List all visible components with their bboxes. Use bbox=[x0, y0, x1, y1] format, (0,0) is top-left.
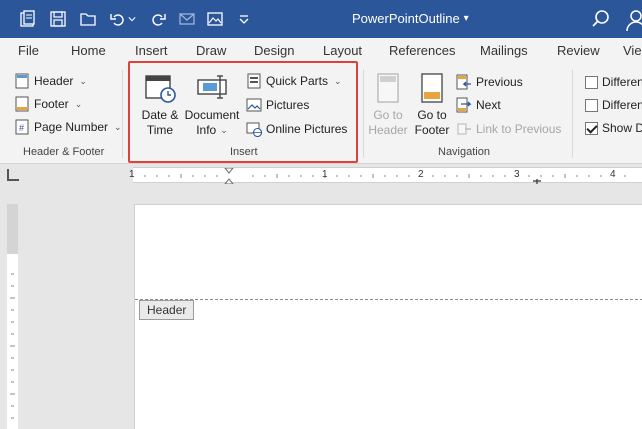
group-label-navigation: Navigation bbox=[438, 146, 490, 158]
group-separator bbox=[363, 70, 364, 158]
footer-button[interactable]: Footer ⌄ bbox=[14, 94, 82, 114]
tab-review[interactable]: Review bbox=[557, 43, 600, 58]
go-to-footer-button[interactable]: Go to Footer bbox=[412, 72, 452, 138]
next-button[interactable]: Next bbox=[456, 95, 501, 115]
tab-home[interactable]: Home bbox=[71, 43, 106, 58]
tab-insert[interactable]: Insert bbox=[135, 43, 168, 58]
svg-text:#: # bbox=[19, 123, 24, 133]
chevron-down-icon: ⌄ bbox=[74, 98, 83, 109]
insert-group-highlight bbox=[128, 61, 358, 163]
tab-references[interactable]: References bbox=[389, 43, 455, 58]
chevron-down-icon: ▾ bbox=[463, 13, 469, 24]
previous-label: Previous bbox=[476, 75, 523, 89]
different-odd-even-checkbox[interactable]: Differen bbox=[585, 95, 642, 115]
show-document-text-label: Show D bbox=[602, 121, 642, 135]
go-to-footer-label-line2: Footer bbox=[414, 123, 450, 137]
go-to-header-button[interactable]: Go to Header bbox=[368, 72, 408, 138]
header-region-tag: Header bbox=[139, 300, 195, 320]
footer-label: Footer bbox=[34, 97, 69, 111]
ruler-label: 1 bbox=[322, 169, 328, 180]
ruler-label: 4 bbox=[610, 169, 616, 180]
checkbox-icon bbox=[585, 98, 598, 112]
header-button[interactable]: Header ⌄ bbox=[14, 71, 87, 91]
link-icon bbox=[456, 121, 472, 137]
header-boundary-line bbox=[135, 299, 642, 300]
checkbox-checked-icon bbox=[585, 121, 598, 135]
save-icon[interactable] bbox=[46, 7, 70, 31]
different-odd-even-label: Differen bbox=[602, 98, 642, 112]
email-icon[interactable] bbox=[175, 7, 199, 31]
go-to-header-label-line2: Header bbox=[368, 123, 408, 137]
checkbox-icon bbox=[585, 75, 598, 89]
group-separator bbox=[572, 70, 573, 158]
different-first-page-checkbox[interactable]: Differen bbox=[585, 72, 642, 92]
group-label-header-footer: Header & Footer bbox=[23, 146, 105, 158]
go-to-header-label-line1: Go to bbox=[373, 108, 403, 122]
horizontal-ruler[interactable]: 1 1 2 3 4 bbox=[129, 167, 642, 185]
ruler-label: 2 bbox=[418, 169, 424, 180]
go-to-footer-label-line1: Go to bbox=[417, 108, 447, 122]
header-icon bbox=[14, 73, 30, 89]
tab-file[interactable]: File bbox=[18, 43, 39, 58]
show-document-text-checkbox[interactable]: Show D bbox=[585, 118, 642, 138]
different-first-page-label: Differen bbox=[602, 75, 642, 89]
go-to-header-icon bbox=[377, 73, 399, 103]
header-label: Header bbox=[34, 74, 74, 88]
vertical-ruler[interactable] bbox=[7, 204, 18, 429]
document-page[interactable]: Header bbox=[134, 204, 642, 429]
tab-design[interactable]: Design bbox=[254, 43, 294, 58]
account-icon[interactable] bbox=[624, 5, 642, 33]
previous-button[interactable]: Previous bbox=[456, 72, 523, 92]
tab-layout[interactable]: Layout bbox=[323, 43, 362, 58]
ruler-row: 1 1 2 3 4 bbox=[0, 164, 642, 186]
picture-tools-icon[interactable] bbox=[203, 7, 227, 31]
page-number-button[interactable]: # Page Number ⌄ bbox=[14, 117, 122, 137]
chevron-down-icon: ⌄ bbox=[114, 121, 122, 132]
ruler-label: 1 bbox=[129, 169, 135, 180]
next-label: Next bbox=[476, 98, 501, 112]
search-icon[interactable] bbox=[590, 8, 612, 30]
open-folder-icon[interactable] bbox=[76, 7, 100, 31]
tab-draw[interactable]: Draw bbox=[196, 43, 226, 58]
undo-dropdown-icon[interactable] bbox=[126, 7, 138, 31]
redo-icon[interactable] bbox=[146, 7, 170, 31]
link-to-previous-button[interactable]: Link to Previous bbox=[456, 119, 561, 139]
link-to-previous-label: Link to Previous bbox=[476, 122, 562, 136]
document-title-text: PowerPointOutline bbox=[352, 11, 460, 26]
ruler-ticks bbox=[144, 167, 626, 185]
title-bar: PowerPointOutline ▾ bbox=[0, 0, 642, 38]
tab-mailings[interactable]: Mailings bbox=[480, 43, 528, 58]
next-arrow-icon bbox=[456, 97, 472, 113]
tab-selector-icon[interactable] bbox=[7, 169, 19, 181]
page-number-label: Page Number bbox=[34, 120, 109, 134]
go-to-footer-icon bbox=[421, 73, 443, 103]
ruler-label: 3 bbox=[514, 169, 520, 180]
customize-qat-icon[interactable] bbox=[232, 7, 256, 31]
document-title[interactable]: PowerPointOutline ▾ bbox=[352, 11, 469, 26]
autosave-icon[interactable] bbox=[16, 7, 40, 31]
vertical-ruler-ticks bbox=[7, 204, 18, 419]
page-number-icon: # bbox=[14, 119, 30, 135]
footer-icon bbox=[14, 96, 30, 112]
group-separator bbox=[122, 70, 123, 158]
previous-arrow-icon bbox=[456, 74, 472, 90]
chevron-down-icon: ⌄ bbox=[79, 75, 87, 86]
tab-view[interactable]: Vie bbox=[623, 43, 642, 58]
